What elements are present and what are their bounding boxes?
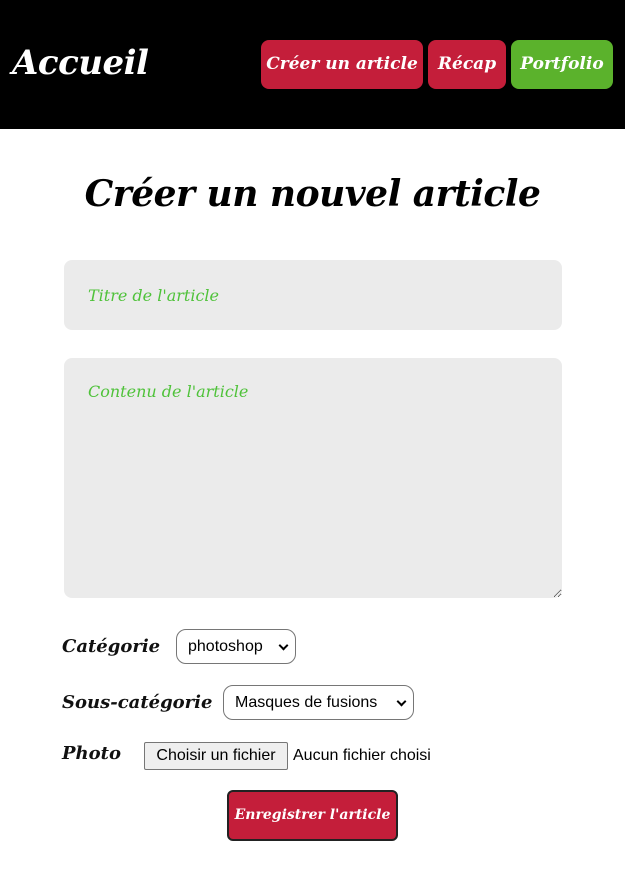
home-logo-link[interactable]: Accueil xyxy=(12,42,149,84)
category-label: Catégorie xyxy=(62,636,161,657)
subcategory-label: Sous-catégorie xyxy=(62,692,213,713)
page-title: Créer un nouvel article xyxy=(84,173,541,215)
article-title-input[interactable] xyxy=(64,260,562,330)
chevron-down-icon xyxy=(396,696,407,707)
save-article-button[interactable]: Enregistrer l'article xyxy=(227,790,398,841)
subcategory-select-value: Masques de fusions xyxy=(235,694,378,711)
site-header: Accueil Créer un article Récap Portfolio xyxy=(0,0,625,129)
category-select[interactable]: photoshop xyxy=(176,629,296,664)
photo-label: Photo xyxy=(62,743,121,764)
nav-create-article-button[interactable]: Créer un article xyxy=(261,40,423,89)
article-content-textarea[interactable] xyxy=(64,358,562,598)
file-status-text: Aucun fichier choisi xyxy=(293,747,431,764)
nav-portfolio-button[interactable]: Portfolio xyxy=(511,40,613,89)
category-select-value: photoshop xyxy=(188,638,263,655)
chevron-down-icon xyxy=(278,640,289,651)
subcategory-select[interactable]: Masques de fusions xyxy=(223,685,414,720)
nav-recap-button[interactable]: Récap xyxy=(428,40,506,89)
choose-file-button[interactable]: Choisir un fichier xyxy=(144,742,288,770)
